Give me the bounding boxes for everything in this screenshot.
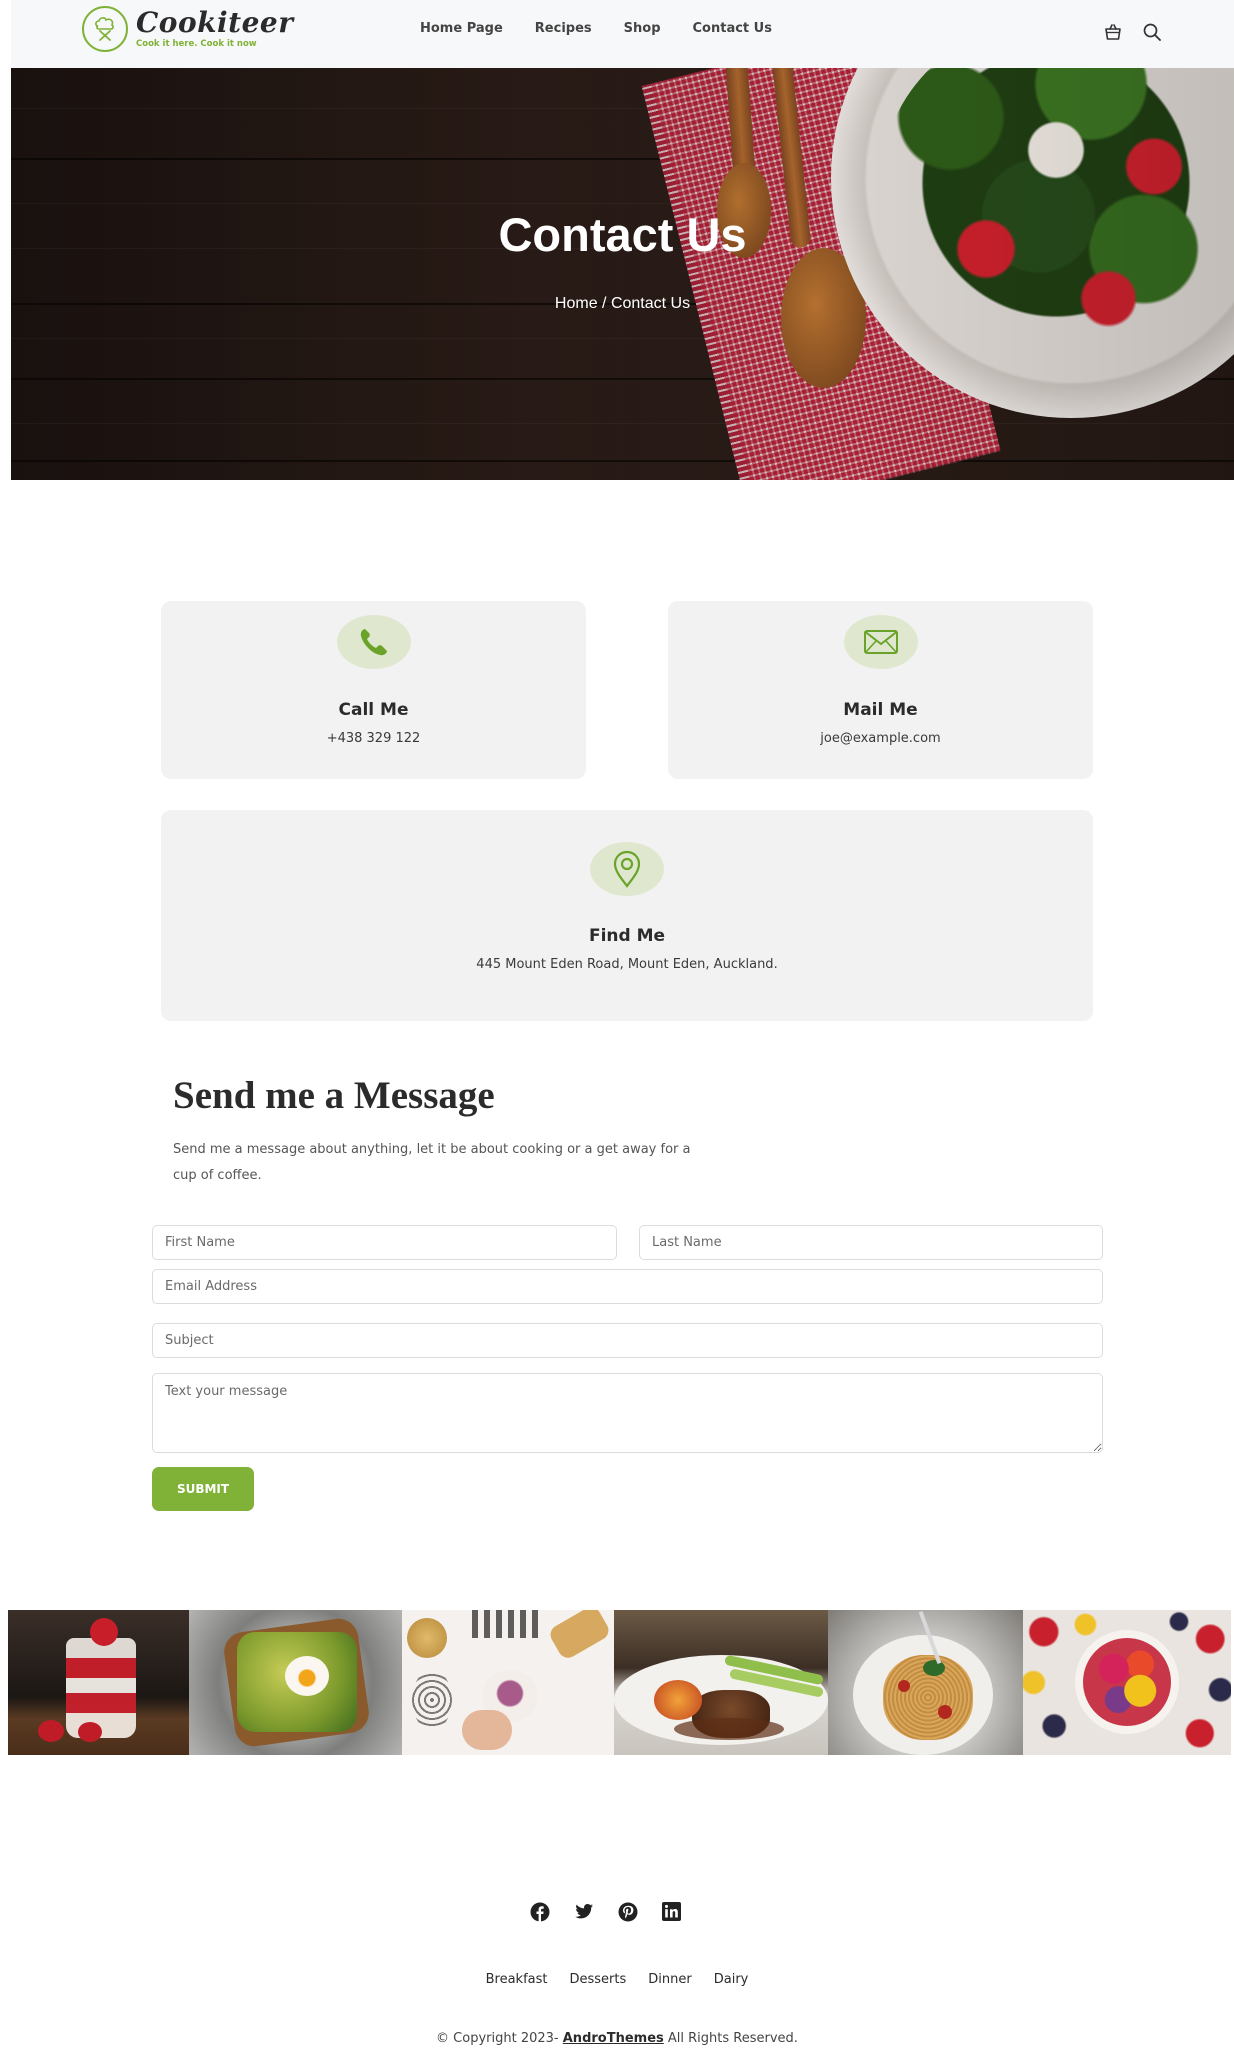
food-gallery bbox=[8, 1610, 1231, 1755]
fruit-berry-bowl-photo[interactable] bbox=[1023, 1610, 1231, 1755]
chef-hat-icon bbox=[82, 6, 128, 52]
strawberry-parfait-photo[interactable] bbox=[8, 1610, 189, 1755]
mail-card-title: Mail Me bbox=[843, 700, 918, 720]
main-nav: Home Page Recipes Shop Contact Us bbox=[420, 21, 804, 36]
find-card-address: 445 Mount Eden Road, Mount Eden, Aucklan… bbox=[476, 957, 778, 972]
call-card: Call Me +438 329 122 bbox=[161, 601, 586, 779]
twitter-icon[interactable] bbox=[572, 1900, 595, 1923]
location-pin-icon bbox=[590, 842, 664, 896]
envelope-icon bbox=[843, 615, 918, 669]
copyright-brand-link[interactable]: AndroThemes bbox=[563, 2031, 664, 2046]
call-card-phone[interactable]: +438 329 122 bbox=[161, 731, 586, 746]
find-card: Find Me 445 Mount Eden Road, Mount Eden,… bbox=[161, 810, 1093, 1021]
first-name-field[interactable] bbox=[152, 1225, 617, 1260]
nav-shop[interactable]: Shop bbox=[624, 21, 661, 36]
last-name-field[interactable] bbox=[639, 1225, 1103, 1260]
nav-recipes[interactable]: Recipes bbox=[535, 21, 592, 36]
cart-icon[interactable] bbox=[1101, 20, 1125, 44]
spaghetti-tomato-photo[interactable] bbox=[828, 1610, 1023, 1755]
avocado-toast-egg-photo[interactable] bbox=[189, 1610, 402, 1755]
mail-card-email[interactable]: joe@example.com bbox=[668, 731, 1093, 746]
footer-link-desserts[interactable]: Desserts bbox=[570, 1972, 627, 1987]
page-title: Contact Us bbox=[498, 208, 747, 261]
logo-name: Cookiteer bbox=[136, 6, 294, 39]
site-header: Cookiteer Cook it here. Cook it now Home… bbox=[11, 0, 1234, 68]
message-textarea[interactable] bbox=[152, 1373, 1103, 1453]
footer-link-dairy[interactable]: Dairy bbox=[714, 1972, 749, 1987]
submit-button[interactable]: SUBMIT bbox=[152, 1467, 254, 1511]
mail-card: Mail Me joe@example.com bbox=[668, 601, 1093, 779]
footer-link-breakfast[interactable]: Breakfast bbox=[486, 1972, 548, 1987]
breadcrumb: Home / Contact Us bbox=[554, 295, 691, 312]
call-card-title: Call Me bbox=[338, 700, 409, 720]
linkedin-icon[interactable] bbox=[660, 1900, 683, 1923]
facebook-icon[interactable] bbox=[528, 1900, 551, 1923]
pinterest-icon[interactable] bbox=[616, 1900, 639, 1923]
header-icons bbox=[1101, 20, 1164, 44]
search-icon[interactable] bbox=[1140, 20, 1164, 44]
social-links bbox=[528, 1900, 683, 1923]
yogurt-granola-bowl-photo[interactable] bbox=[402, 1610, 614, 1755]
message-section-title: Send me a Message bbox=[173, 1074, 495, 1117]
hero-banner: Contact Us Home / Contact Us bbox=[11, 68, 1234, 480]
nav-contact-us[interactable]: Contact Us bbox=[693, 21, 772, 36]
footer-links: Breakfast Desserts Dinner Dairy bbox=[0, 1972, 1234, 1987]
email-field[interactable] bbox=[152, 1269, 1103, 1304]
copyright-prefix: © Copyright 2023- bbox=[436, 2031, 563, 2046]
steak-asparagus-photo[interactable] bbox=[614, 1610, 828, 1755]
subject-field[interactable] bbox=[152, 1323, 1103, 1358]
footer-link-dinner[interactable]: Dinner bbox=[648, 1972, 691, 1987]
logo-tagline: Cook it here. Cook it now bbox=[136, 39, 257, 49]
copyright: © Copyright 2023- AndroThemes All Rights… bbox=[0, 2031, 1234, 2046]
nav-home-page[interactable]: Home Page bbox=[420, 21, 503, 36]
message-section-description: Send me a message about anything, let it… bbox=[173, 1142, 691, 1183]
logo[interactable]: Cookiteer Cook it here. Cook it now bbox=[82, 6, 294, 52]
copyright-suffix: All Rights Reserved. bbox=[663, 2031, 798, 2046]
find-card-title: Find Me bbox=[588, 926, 666, 946]
phone-icon bbox=[336, 615, 411, 669]
